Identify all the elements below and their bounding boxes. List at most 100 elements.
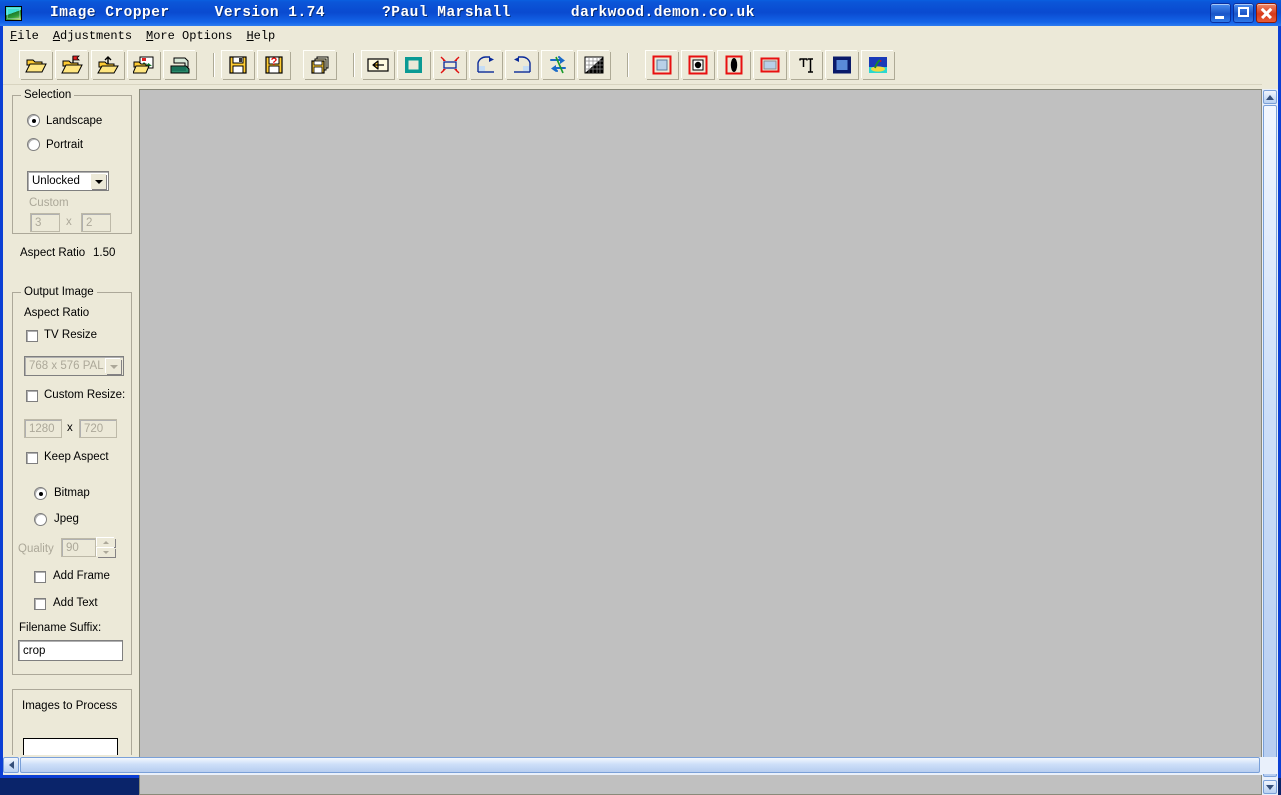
save-button[interactable] <box>222 50 254 79</box>
radio-portrait[interactable] <box>27 138 40 151</box>
filename-suffix-value: crop <box>23 644 46 657</box>
preview-image-button[interactable] <box>862 50 894 79</box>
open-image-button[interactable] <box>20 50 52 79</box>
scroll-up-button[interactable] <box>1263 90 1277 104</box>
checkbox-add-frame[interactable] <box>34 571 46 583</box>
chevron-left-icon <box>8 761 14 769</box>
chevron-down-icon[interactable] <box>91 174 106 189</box>
quality-stepper[interactable] <box>97 538 115 557</box>
radio-landscape[interactable] <box>27 114 40 127</box>
rotate-left-icon <box>514 55 531 73</box>
adjust-levels-button[interactable] <box>578 50 610 79</box>
svg-text:?: ? <box>271 56 278 68</box>
output-width-field[interactable]: 1280 <box>24 419 62 438</box>
title-version: Version 1.74 <box>214 5 326 21</box>
chevron-down-icon-tv[interactable] <box>106 359 121 374</box>
output-height-field[interactable]: 720 <box>79 419 117 438</box>
title-website: darkwood.demon.co.uk <box>570 5 755 21</box>
label-portrait: Portrait <box>46 139 84 151</box>
vertical-scroll-thumb[interactable] <box>1263 105 1277 777</box>
flip-button[interactable] <box>542 50 574 79</box>
batch-save-button[interactable] <box>304 50 336 79</box>
image-canvas[interactable] <box>139 89 1262 795</box>
aspect-ratio-value: 1.50 <box>93 247 116 259</box>
undo-revert-button[interactable] <box>362 50 394 79</box>
menu-help[interactable]: Help <box>239 27 282 45</box>
close-button[interactable] <box>1256 3 1277 23</box>
custom-width-field[interactable]: 3 <box>30 213 60 232</box>
checkbox-tv-resize[interactable] <box>26 330 38 342</box>
checkbox-add-text[interactable] <box>34 598 46 610</box>
title-author: ?Paul Marshall <box>382 5 511 21</box>
tv-resize-value: 768 x 576 PAL <box>29 360 104 372</box>
images-to-process-group: Images to Process <box>12 689 132 755</box>
menu-adjustments[interactable]: Adjustments <box>46 27 139 45</box>
frame-vignette-button[interactable] <box>718 50 750 79</box>
add-text-button[interactable] <box>790 50 822 79</box>
label-filename-suffix: Filename Suffix: <box>19 622 102 634</box>
print-button[interactable] <box>164 50 196 79</box>
main-hscroll-thumb[interactable] <box>20 757 1260 773</box>
label-landscape: Landscape <box>46 115 103 127</box>
frame-ellipse-icon <box>725 55 743 74</box>
vertical-scrollbar[interactable] <box>1262 89 1278 795</box>
frame-centre-button[interactable] <box>682 50 714 79</box>
chevron-down-icon-scroll <box>1266 784 1274 790</box>
minimize-icon <box>1215 16 1224 19</box>
rotate-left-button[interactable] <box>506 50 538 79</box>
output-size-separator: x <box>67 422 73 434</box>
radio-bitmap[interactable] <box>34 487 47 500</box>
frame-square-icon <box>652 55 672 74</box>
open-folder-batch-button[interactable] <box>92 50 124 79</box>
border-colour-button[interactable] <box>826 50 858 79</box>
navy-square-icon <box>833 56 851 73</box>
selection-group: Selection Landscape Portrait Unlocked Cu… <box>12 89 132 234</box>
radio-jpeg[interactable] <box>34 513 47 526</box>
label-quality: Quality <box>18 543 54 555</box>
text-tool-icon <box>799 57 813 73</box>
checkbox-keep-aspect[interactable] <box>26 452 38 464</box>
frame-dot-icon <box>688 55 708 74</box>
resize-arrows-icon <box>440 56 460 73</box>
floppy-question-icon: ? <box>265 56 283 74</box>
title-bar: Image Cropper Version 1.74 ?Paul Marshal… <box>0 0 1281 26</box>
chevron-up-icon <box>1266 94 1274 100</box>
toolbar-separator-3 <box>627 52 629 77</box>
open-recent-button[interactable] <box>56 50 88 79</box>
quality-stepper-down[interactable] <box>97 548 115 557</box>
label-bitmap: Bitmap <box>54 487 90 499</box>
resize-button[interactable] <box>434 50 466 79</box>
menu-more-options[interactable]: More Options <box>139 27 239 45</box>
folder-up-arrow-icon <box>97 55 119 73</box>
crop-button[interactable] <box>398 50 430 79</box>
save-as-button[interactable]: ? <box>258 50 290 79</box>
gradient-grid-icon <box>584 56 604 73</box>
label-tv-resize: TV Resize <box>44 329 98 341</box>
lock-aspect-combo[interactable]: Unlocked <box>27 171 109 191</box>
checkbox-custom-resize[interactable] <box>26 390 38 402</box>
label-keep-aspect: Keep Aspect <box>44 451 109 463</box>
quality-field[interactable]: 90 <box>61 538 96 557</box>
quality-stepper-up[interactable] <box>97 538 115 547</box>
main-horizontal-scrollbar[interactable] <box>3 757 1278 774</box>
toolbar: ? <box>3 45 1262 85</box>
open-image-list-button[interactable] <box>128 50 160 79</box>
rotate-right-button[interactable] <box>470 50 502 79</box>
menu-file[interactable]: File <box>3 27 46 45</box>
custom-height-field[interactable]: 2 <box>81 213 111 232</box>
scroll-down-button[interactable] <box>1263 780 1277 794</box>
custom-height-value: 2 <box>86 216 93 229</box>
title-app-name: Image Cropper <box>50 5 170 21</box>
maximize-button[interactable] <box>1233 3 1254 23</box>
custom-size-separator: x <box>66 216 72 228</box>
add-frame-button[interactable] <box>646 50 678 79</box>
minimize-button[interactable] <box>1210 3 1231 23</box>
filename-suffix-input[interactable]: crop <box>18 640 123 661</box>
main-scroll-left-button[interactable] <box>3 757 19 773</box>
frame-plain-button[interactable] <box>754 50 786 79</box>
tv-resize-combo[interactable]: 768 x 576 PAL <box>24 356 124 376</box>
images-to-process-list[interactable] <box>23 738 118 755</box>
crop-square-icon <box>405 56 422 73</box>
window-controls <box>1210 3 1277 23</box>
client-area: ? Selection Landscape Portrait Unlocked … <box>3 45 1278 795</box>
